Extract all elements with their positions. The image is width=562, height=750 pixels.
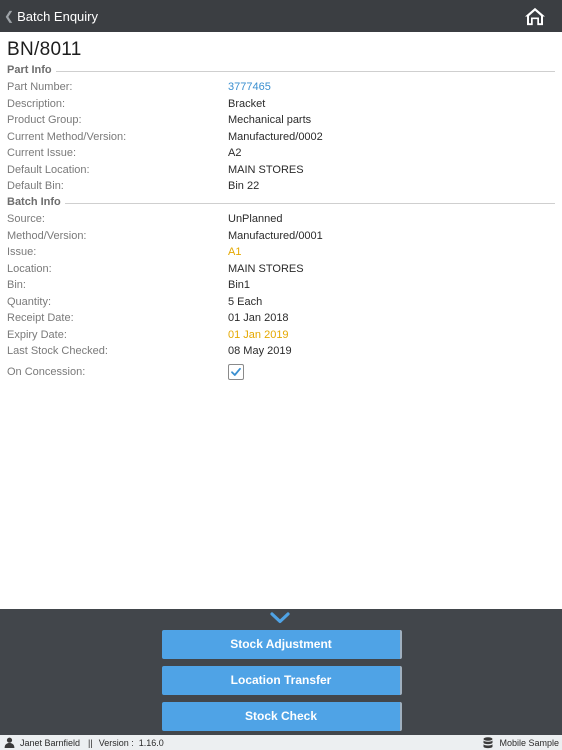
- issue-value: A1: [228, 246, 242, 258]
- field-label: Receipt Date:: [7, 312, 74, 324]
- status-separator: ||: [88, 737, 93, 748]
- field-label: Source:: [7, 213, 45, 225]
- field-label: Product Group:: [7, 114, 82, 126]
- field-label: Location:: [7, 262, 52, 275]
- receipt-date-row: Receipt Date: 01 Jan 2018: [7, 312, 547, 328]
- field-value: 08 May 2019: [228, 345, 292, 357]
- source-row: Source: UnPlanned: [7, 213, 547, 229]
- description-row: Description: Bracket: [7, 98, 547, 114]
- user-icon: [4, 737, 15, 748]
- field-value: 5 Each: [228, 295, 263, 308]
- divider: [7, 203, 555, 204]
- top-bar: ❮ Batch Enquiry: [0, 0, 562, 32]
- action-panel: Stock Adjustment Location Transfer Stock…: [0, 609, 562, 735]
- field-label: Description:: [7, 97, 66, 110]
- part-number-link[interactable]: 3777465: [228, 81, 271, 93]
- current-method-row: Current Method/Version: Manufactured/000…: [7, 131, 547, 147]
- status-right: Mobile Sample: [483, 737, 559, 749]
- product-group-row: Product Group: Mechanical parts: [7, 114, 547, 130]
- expiry-date-value: 01 Jan 2019: [228, 328, 289, 341]
- on-concession-checkbox[interactable]: [228, 364, 244, 380]
- part-number-row: Part Number: 3777465: [7, 81, 547, 97]
- last-stock-checked-row: Last Stock Checked: 08 May 2019: [7, 345, 547, 361]
- back-label: Batch Enquiry: [17, 8, 98, 24]
- field-value: Bin 22: [228, 180, 260, 192]
- issue-row: Issue: A1: [7, 246, 547, 262]
- stock-check-button[interactable]: Stock Check: [162, 702, 402, 731]
- version-label: Version :: [98, 737, 134, 748]
- field-value: 01 Jan 2018: [228, 312, 289, 324]
- expiry-date-row: Expiry Date: 01 Jan 2019: [7, 329, 547, 345]
- field-value: MAIN STORES: [228, 163, 304, 176]
- field-value: Bin1: [228, 279, 251, 291]
- field-value: Mechanical parts: [228, 114, 312, 126]
- status-left: Janet Barnfield || Version : 1.16.0: [4, 737, 164, 748]
- field-label: Quantity:: [7, 295, 52, 308]
- field-value: Manufactured/0001: [228, 229, 323, 242]
- stock-adjustment-button[interactable]: Stock Adjustment: [162, 630, 402, 659]
- field-label: Bin:: [7, 279, 26, 291]
- location-row: Location: MAIN STORES: [7, 263, 547, 279]
- chevron-left-icon: ❮: [4, 9, 15, 23]
- checkmark-icon: [231, 367, 241, 376]
- database-name: Mobile Sample: [499, 738, 559, 748]
- field-label: Current Issue:: [7, 147, 77, 159]
- field-label: On Concession:: [7, 366, 86, 378]
- divider: [7, 71, 555, 72]
- field-label: Method/Version:: [7, 229, 87, 242]
- field-label: Issue:: [7, 246, 37, 258]
- method-version-row: Method/Version: Manufactured/0001: [7, 230, 547, 246]
- batch-info-section-header: Batch Info: [7, 196, 555, 210]
- status-bar: Janet Barnfield || Version : 1.16.0 Mobi…: [0, 735, 562, 750]
- version-value: 1.16.0: [138, 737, 164, 748]
- field-label: Default Location:: [7, 163, 90, 176]
- field-label: Current Method/Version:: [7, 130, 127, 143]
- field-value: A2: [228, 147, 242, 159]
- field-value: Manufactured/0002: [228, 130, 323, 143]
- field-label: Default Bin:: [7, 180, 64, 192]
- home-icon[interactable]: [524, 6, 546, 26]
- field-label: Expiry Date:: [7, 328, 67, 341]
- on-concession-row: On Concession:: [7, 364, 547, 382]
- chevron-down-icon[interactable]: [270, 612, 290, 624]
- bin-row: Bin: Bin1: [7, 279, 547, 295]
- field-value: MAIN STORES: [228, 262, 304, 275]
- current-issue-row: Current Issue: A2: [7, 147, 547, 163]
- field-label: Last Stock Checked:: [7, 345, 108, 357]
- default-bin-row: Default Bin: Bin 22: [7, 180, 547, 196]
- quantity-row: Quantity: 5 Each: [7, 296, 547, 312]
- field-value: Bracket: [228, 97, 266, 110]
- part-info-section-header: Part Info: [7, 64, 555, 78]
- location-transfer-button[interactable]: Location Transfer: [162, 666, 402, 695]
- default-location-row: Default Location: MAIN STORES: [7, 164, 547, 180]
- back-button[interactable]: ❮ Batch Enquiry: [4, 0, 98, 32]
- user-name: Janet Barnfield: [20, 737, 81, 748]
- field-value: UnPlanned: [228, 213, 283, 225]
- page-title: BN/8011: [7, 39, 82, 60]
- field-label: Part Number:: [7, 81, 73, 93]
- database-icon: [483, 737, 493, 749]
